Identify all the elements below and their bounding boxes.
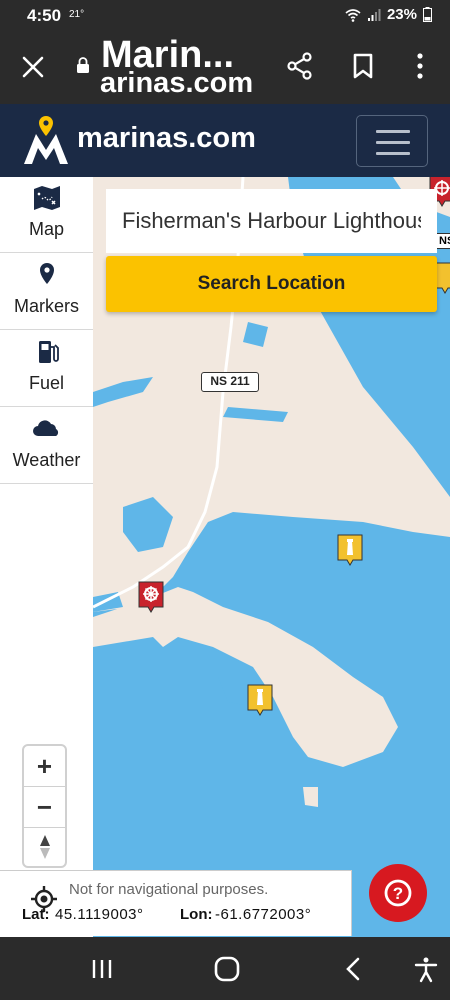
edge-road-label: NS: [436, 233, 450, 249]
logo-text[interactable]: marinas.com: [77, 122, 256, 155]
longitude-label: Lon:: [180, 906, 213, 923]
battery-icon: [423, 7, 432, 22]
home-icon[interactable]: [213, 955, 241, 983]
status-temperature: 21°: [69, 9, 85, 20]
menu-line: [376, 152, 410, 155]
logo-icon[interactable]: [22, 114, 70, 166]
bookmark-icon[interactable]: [350, 52, 376, 80]
help-label: ?: [393, 884, 403, 903]
latitude-value: 45.1119003°: [55, 906, 144, 923]
signal-icon: [367, 8, 381, 21]
zoom-in-button[interactable]: +: [24, 746, 65, 786]
longitude-value: -61.6772003°: [215, 906, 312, 923]
sidebar-item-fuel[interactable]: Fuel: [0, 331, 93, 407]
sidebar-item-label: Fuel: [28, 373, 64, 393]
map-icon: [34, 186, 60, 210]
fuel-pump-icon: [39, 341, 59, 363]
status-right-group: 23%: [345, 6, 432, 23]
recent-apps-icon[interactable]: [88, 955, 116, 983]
hamburger-menu-button[interactable]: [356, 115, 428, 167]
road-label: NS 211: [201, 372, 259, 392]
sidebar-item-markers[interactable]: Markers: [0, 254, 93, 330]
marina-marker[interactable]: [137, 580, 165, 614]
sidebar-item-weather[interactable]: Weather: [0, 408, 93, 484]
more-vert-icon[interactable]: [408, 52, 432, 80]
latitude-label: Lat:: [22, 906, 50, 923]
lighthouse-marker[interactable]: [246, 683, 274, 717]
lighthouse-marker[interactable]: [336, 533, 364, 567]
help-icon: ?: [384, 879, 412, 907]
zoom-out-button[interactable]: −: [24, 787, 65, 827]
sidebar-item-label: Map: [28, 219, 64, 239]
system-nav-bar: [0, 937, 450, 1000]
share-icon[interactable]: [286, 52, 314, 80]
help-button[interactable]: ?: [369, 864, 427, 922]
back-icon[interactable]: [340, 955, 368, 983]
compass-icon[interactable]: [37, 834, 53, 860]
disclaimer-text: Not for navigational purposes.: [69, 881, 269, 898]
menu-line: [376, 141, 410, 144]
status-time: 4:50: [27, 6, 62, 25]
sidebar-item-map[interactable]: Map: [0, 177, 93, 253]
sidebar-item-label: Weather: [12, 450, 81, 470]
zoom-control: + −: [22, 744, 67, 868]
browser-toolbar: Marin... arinas.com: [0, 32, 450, 104]
status-bar: 4:50 21° 23%: [0, 0, 450, 32]
lighthouse-icon: [257, 691, 263, 705]
site-header: marinas.com: [0, 104, 450, 177]
battery-percentage: 23%: [386, 6, 417, 23]
cloud-icon: [33, 420, 59, 436]
zoom-divider: [24, 827, 65, 828]
lock-icon: [77, 57, 89, 73]
close-icon[interactable]: [18, 52, 48, 82]
accessibility-icon[interactable]: [412, 955, 440, 983]
search-panel: Search Location: [106, 189, 437, 323]
sidebar-item-label: Markers: [13, 296, 79, 316]
search-location-button[interactable]: Search Location: [106, 256, 437, 312]
search-input[interactable]: [106, 189, 437, 253]
lighthouse-icon: [347, 541, 353, 555]
location-pin-icon: [40, 263, 54, 284]
page-url[interactable]: arinas.com: [100, 68, 253, 98]
wifi-icon: [345, 8, 361, 22]
menu-line: [376, 130, 410, 133]
